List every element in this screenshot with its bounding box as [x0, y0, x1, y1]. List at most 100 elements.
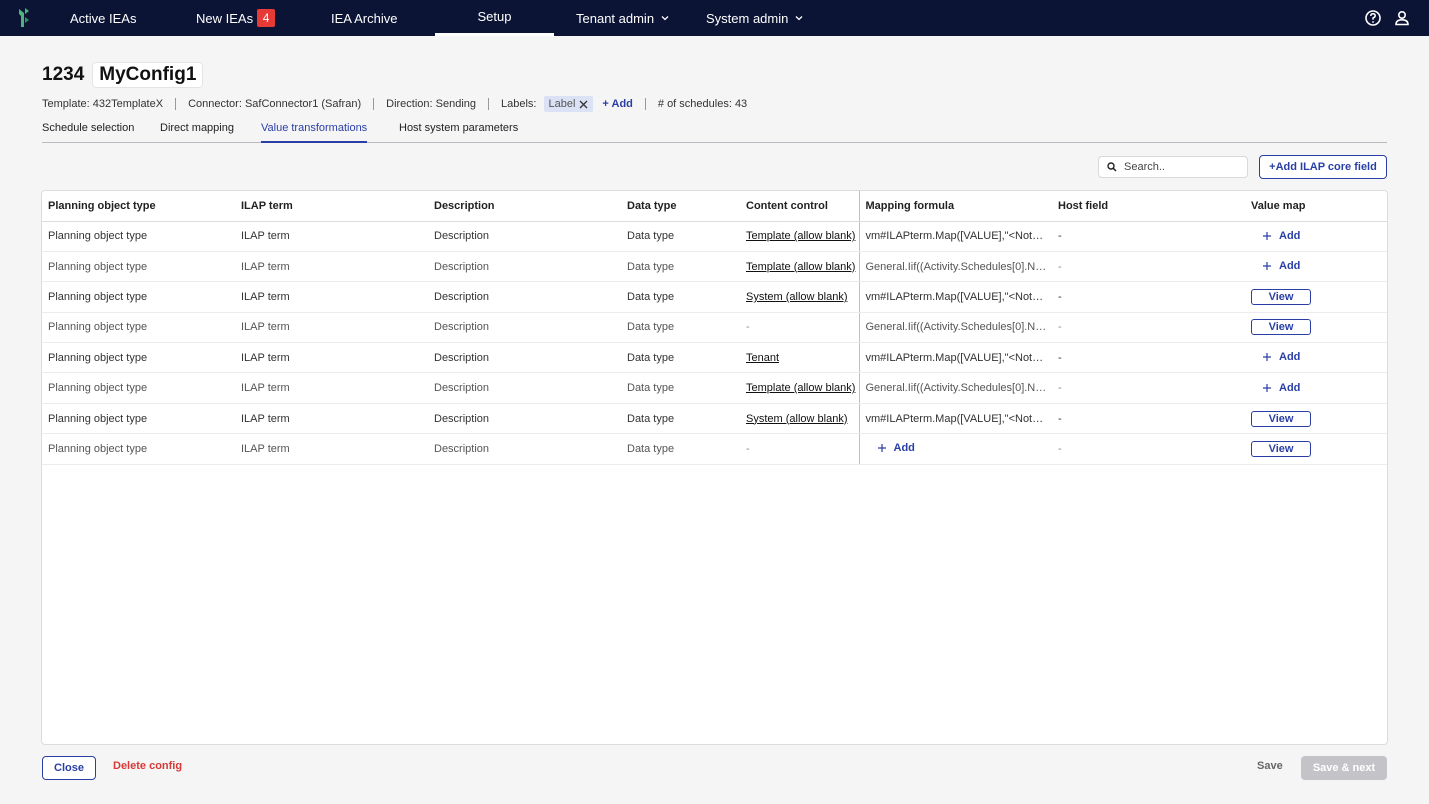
data-type-cell: Data type — [621, 342, 740, 374]
data-type-cell: Data type — [621, 251, 740, 283]
add-value-map-button[interactable]: Add — [1263, 260, 1300, 272]
value-map-cell: Add — [1245, 342, 1387, 374]
column-header: Content control — [740, 191, 860, 222]
nav-iea-archive[interactable]: IEA Archive — [331, 0, 397, 36]
value-map-cell: Add — [1245, 372, 1387, 404]
config-title: 1234 MyConfig1 — [42, 62, 204, 88]
view-value-map-button[interactable]: View — [1251, 319, 1311, 336]
add-value-map-button[interactable]: Add — [1263, 230, 1300, 242]
config-id: 1234 — [42, 64, 85, 85]
content-control-link[interactable]: System (allow blank) — [746, 291, 847, 303]
mapping-formula-cell[interactable]: General.Iif((Activity.Schedules[0].Name)… — [859, 251, 1052, 283]
column-header: Data type — [621, 191, 740, 222]
close-icon[interactable] — [579, 100, 588, 109]
add-value-map-button[interactable]: Add — [1263, 382, 1300, 394]
column-header: Planning object type — [42, 191, 235, 222]
table-row: Planning object type ILAP term Description… — [42, 403, 1387, 435]
table-row: Planning object type ILAP term Description… — [42, 342, 1387, 374]
add-label: Add — [893, 442, 915, 455]
search-box — [1098, 156, 1248, 178]
add-mapping-formula-button[interactable]: Add — [877, 442, 915, 455]
view-value-map-button[interactable]: View — [1251, 288, 1311, 305]
nav-label: Active IEAs — [70, 10, 137, 26]
description-cell: Description — [428, 433, 621, 465]
planning-object-type-cell: Planning object type — [42, 221, 235, 252]
description-cell: Description — [428, 281, 621, 313]
host-field-cell: - — [1052, 221, 1245, 252]
planning-object-type-cell: Planning object type — [42, 372, 235, 404]
plus-icon — [1263, 231, 1271, 240]
content-control-cell: - — [740, 312, 860, 344]
close-button[interactable]: Close — [42, 756, 96, 780]
planning-object-type-cell: Planning object type — [42, 433, 235, 465]
data-type-cell: Data type — [621, 403, 740, 435]
content-control-cell: System (allow blank) — [740, 403, 860, 435]
description-cell: Description — [428, 312, 621, 344]
tab-direct-mapping[interactable]: Direct mapping — [160, 122, 234, 143]
mapping-formula-cell[interactable]: vm#ILAPterm.Map([VALUE],"<NotMapped>") — [859, 342, 1052, 374]
mapping-formula-cell[interactable]: vm#ILAPterm.Map([VALUE],"<NotMapped>") — [859, 403, 1052, 435]
ilap-term-cell: ILAP term — [235, 433, 428, 465]
add-label-link[interactable]: + Add — [602, 98, 632, 110]
ilap-logo-icon[interactable] — [16, 7, 32, 29]
search-input[interactable] — [1124, 161, 1234, 173]
mapping-formula-cell[interactable]: General.Iif((Activity.Schedules[0].Name)… — [859, 372, 1052, 404]
content-control-link[interactable]: System (allow blank) — [746, 413, 847, 425]
nav-new-ieas[interactable]: New IEAs 4 — [196, 0, 276, 36]
data-type-cell: Data type — [621, 372, 740, 404]
mapping-formula-cell[interactable]: General.Iif((Activity.Schedules[0].Name)… — [859, 312, 1052, 344]
tab-schedule-selection[interactable]: Schedule selection — [42, 122, 134, 143]
data-type-cell: Data type — [621, 221, 740, 252]
nav-active-ieas[interactable]: Active IEAs — [70, 0, 136, 36]
divider — [644, 98, 646, 110]
add-value-map-button[interactable]: Add — [1263, 351, 1300, 363]
nav-system-admin[interactable]: System admin — [706, 0, 804, 36]
plus-icon — [1263, 353, 1271, 362]
planning-object-type-cell: Planning object type — [42, 342, 235, 374]
content-control-link[interactable]: Template (allow blank) — [746, 382, 855, 394]
content-control-link[interactable]: Template (allow blank) — [746, 261, 855, 273]
host-field-cell: - — [1052, 372, 1245, 404]
connector-info: Connector: SafConnector1 (Safran) — [188, 98, 362, 110]
mapping-formula-cell[interactable]: vm#ILAPterm.Map([VALUE],"<NotMapped>") — [859, 281, 1052, 313]
content-control-link[interactable]: Tenant — [746, 352, 779, 364]
user-icon[interactable] — [1393, 9, 1411, 27]
mapping-formula-cell[interactable]: vm#ILAPterm.Map([VALUE],"<NotMapped>") — [859, 221, 1052, 252]
nav-tenant-admin[interactable]: Tenant admin — [576, 0, 670, 36]
tab-host-system-parameters[interactable]: Host system parameters — [399, 122, 518, 143]
save-and-next-button[interactable]: Save & next — [1301, 756, 1387, 780]
ilap-term-cell: ILAP term — [235, 251, 428, 283]
table-row: Planning object type ILAP term Description… — [42, 221, 1387, 252]
host-field-cell: - — [1052, 312, 1245, 344]
value-map-cell: View — [1245, 433, 1387, 465]
ilap-term-cell: ILAP term — [235, 312, 428, 344]
description-cell: Description — [428, 251, 621, 283]
direction-info: Direction: Sending — [386, 98, 477, 110]
view-value-map-button[interactable]: View — [1251, 440, 1311, 457]
table-header-row: Planning object type ILAP term Descripti… — [42, 191, 1387, 222]
nav-label: Tenant admin — [576, 10, 655, 26]
value-transformations-table: Planning object type ILAP term Descripti… — [41, 190, 1388, 745]
add-label: Add — [1279, 381, 1301, 394]
ilap-term-cell: ILAP term — [235, 221, 428, 252]
divider — [488, 98, 490, 110]
new-ieas-count-badge: 4 — [257, 9, 276, 27]
value-map-cell: View — [1245, 312, 1387, 344]
ilap-term-cell: ILAP term — [235, 281, 428, 313]
content-control-link[interactable]: Template (allow blank) — [746, 230, 855, 242]
table-row: Planning object type ILAP term Description… — [42, 433, 1387, 465]
planning-object-type-cell: Planning object type — [42, 281, 235, 313]
column-header: Host field — [1052, 191, 1245, 222]
table-row: Planning object type ILAP term Description… — [42, 372, 1387, 404]
help-icon[interactable] — [1364, 9, 1382, 27]
top-navigation: Active IEAs New IEAs 4 IEA Archive Setup… — [0, 0, 1429, 36]
add-ilap-core-field-button[interactable]: +Add ILAP core field — [1259, 155, 1387, 179]
config-name-field[interactable]: MyConfig1 — [92, 62, 204, 88]
tab-value-transformations[interactable]: Value transformations — [261, 122, 368, 143]
labels-label: Labels: — [501, 98, 537, 110]
view-value-map-button[interactable]: View — [1251, 410, 1311, 427]
nav-setup[interactable]: Setup — [435, 0, 554, 36]
delete-config-button[interactable]: Delete config — [113, 760, 182, 772]
column-header: Value map — [1245, 191, 1387, 222]
save-button[interactable]: Save — [1257, 760, 1283, 772]
